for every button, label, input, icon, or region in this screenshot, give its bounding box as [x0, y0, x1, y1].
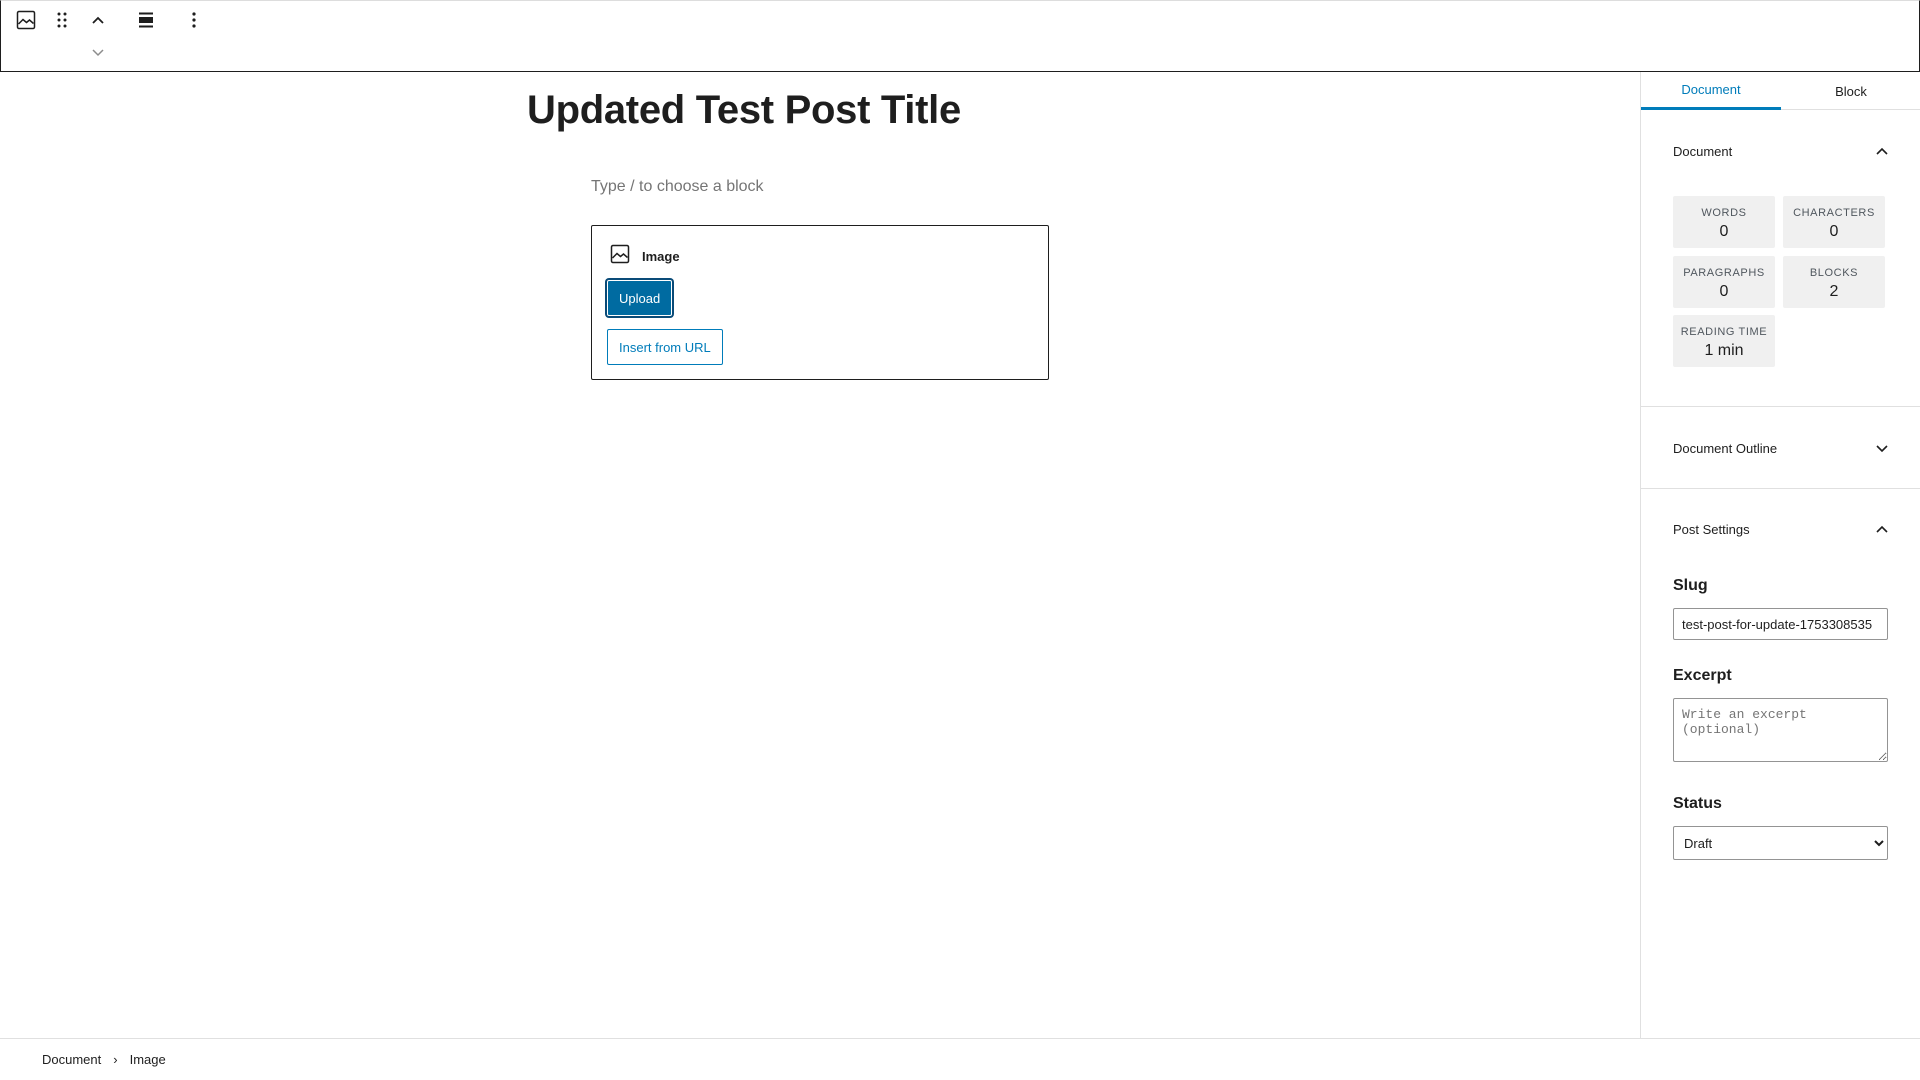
stat-reading-time: READING TIME 1 min: [1673, 315, 1775, 367]
stat-label: READING TIME: [1680, 326, 1768, 338]
stat-characters: CHARACTERS 0: [1783, 196, 1885, 248]
sidebar-tabs: Document Block: [1641, 72, 1920, 110]
panel-divider: [1641, 488, 1920, 489]
stat-label: CHARACTERS: [1793, 207, 1875, 219]
document-outline-title: Document Outline: [1673, 440, 1778, 456]
block-toolbar: [0, 0, 1920, 72]
slug-label: Slug: [1673, 577, 1708, 594]
excerpt-textarea[interactable]: [1673, 698, 1888, 762]
tab-document[interactable]: Document: [1641, 72, 1781, 110]
image-block-type-button[interactable]: [6, 5, 46, 35]
align-button[interactable]: [126, 5, 166, 35]
status-label: Status: [1673, 795, 1722, 812]
stat-value: 0: [1829, 223, 1839, 240]
image-block-header: Image: [610, 244, 680, 269]
document-outline-toggle[interactable]: Document Outline: [1641, 424, 1920, 472]
chevron-down-icon: [1875, 443, 1889, 453]
breadcrumb: Document › Image: [0, 1038, 1920, 1080]
chevron-right-icon: ›: [113, 1052, 118, 1067]
stat-words: WORDS 0: [1673, 196, 1775, 248]
stat-label: BLOCKS: [1809, 267, 1859, 279]
block-placeholder[interactable]: Type / to choose a block: [591, 178, 764, 196]
image-icon: [610, 244, 630, 269]
stat-value: 0: [1719, 283, 1729, 300]
post-settings-title: Post Settings: [1673, 521, 1750, 537]
document-panel-title: Document: [1673, 143, 1733, 159]
chevron-up-icon: [1875, 524, 1889, 534]
stat-value: 1 min: [1704, 342, 1744, 359]
move-up-button[interactable]: [78, 5, 118, 35]
settings-sidebar: Document Block Document WORDS 0 CHARACTE…: [1640, 72, 1920, 1038]
more-options-button[interactable]: [174, 5, 214, 35]
stat-value: 2: [1829, 283, 1839, 300]
stat-value: 0: [1719, 223, 1729, 240]
tab-block[interactable]: Block: [1781, 72, 1920, 110]
post-title[interactable]: Updated Test Post Title: [527, 88, 961, 133]
image-block-label: Image: [642, 249, 680, 264]
align-icon: [137, 11, 155, 29]
excerpt-label: Excerpt: [1673, 667, 1732, 684]
breadcrumb-document[interactable]: Document: [42, 1052, 101, 1067]
move-down-button[interactable]: [81, 43, 115, 63]
breadcrumb-image[interactable]: Image: [130, 1052, 166, 1067]
more-options-icon: [191, 11, 197, 29]
post-settings-toggle[interactable]: Post Settings: [1641, 505, 1920, 553]
stat-paragraphs: PARAGRAPHS 0: [1673, 256, 1775, 308]
editor-canvas: Updated Test Post Title Type / to choose…: [0, 72, 1640, 1038]
stat-blocks: BLOCKS 2: [1783, 256, 1885, 308]
status-select[interactable]: Draft: [1673, 826, 1888, 860]
slug-input[interactable]: [1673, 608, 1888, 640]
chevron-up-icon: [91, 15, 105, 25]
drag-handle-button[interactable]: [42, 5, 82, 35]
drag-handle-icon: [56, 11, 68, 29]
insert-from-url-button[interactable]: Insert from URL: [607, 329, 723, 365]
panel-divider: [1641, 406, 1920, 407]
chevron-up-icon: [1875, 146, 1889, 156]
stat-label: PARAGRAPHS: [1683, 267, 1765, 279]
document-panel-toggle[interactable]: Document: [1641, 127, 1920, 175]
upload-button[interactable]: Upload: [607, 280, 673, 316]
chevron-down-icon: [91, 44, 105, 62]
image-block[interactable]: Image Upload Insert from URL: [591, 225, 1049, 380]
image-icon: [16, 10, 36, 30]
stat-label: WORDS: [1701, 207, 1747, 219]
